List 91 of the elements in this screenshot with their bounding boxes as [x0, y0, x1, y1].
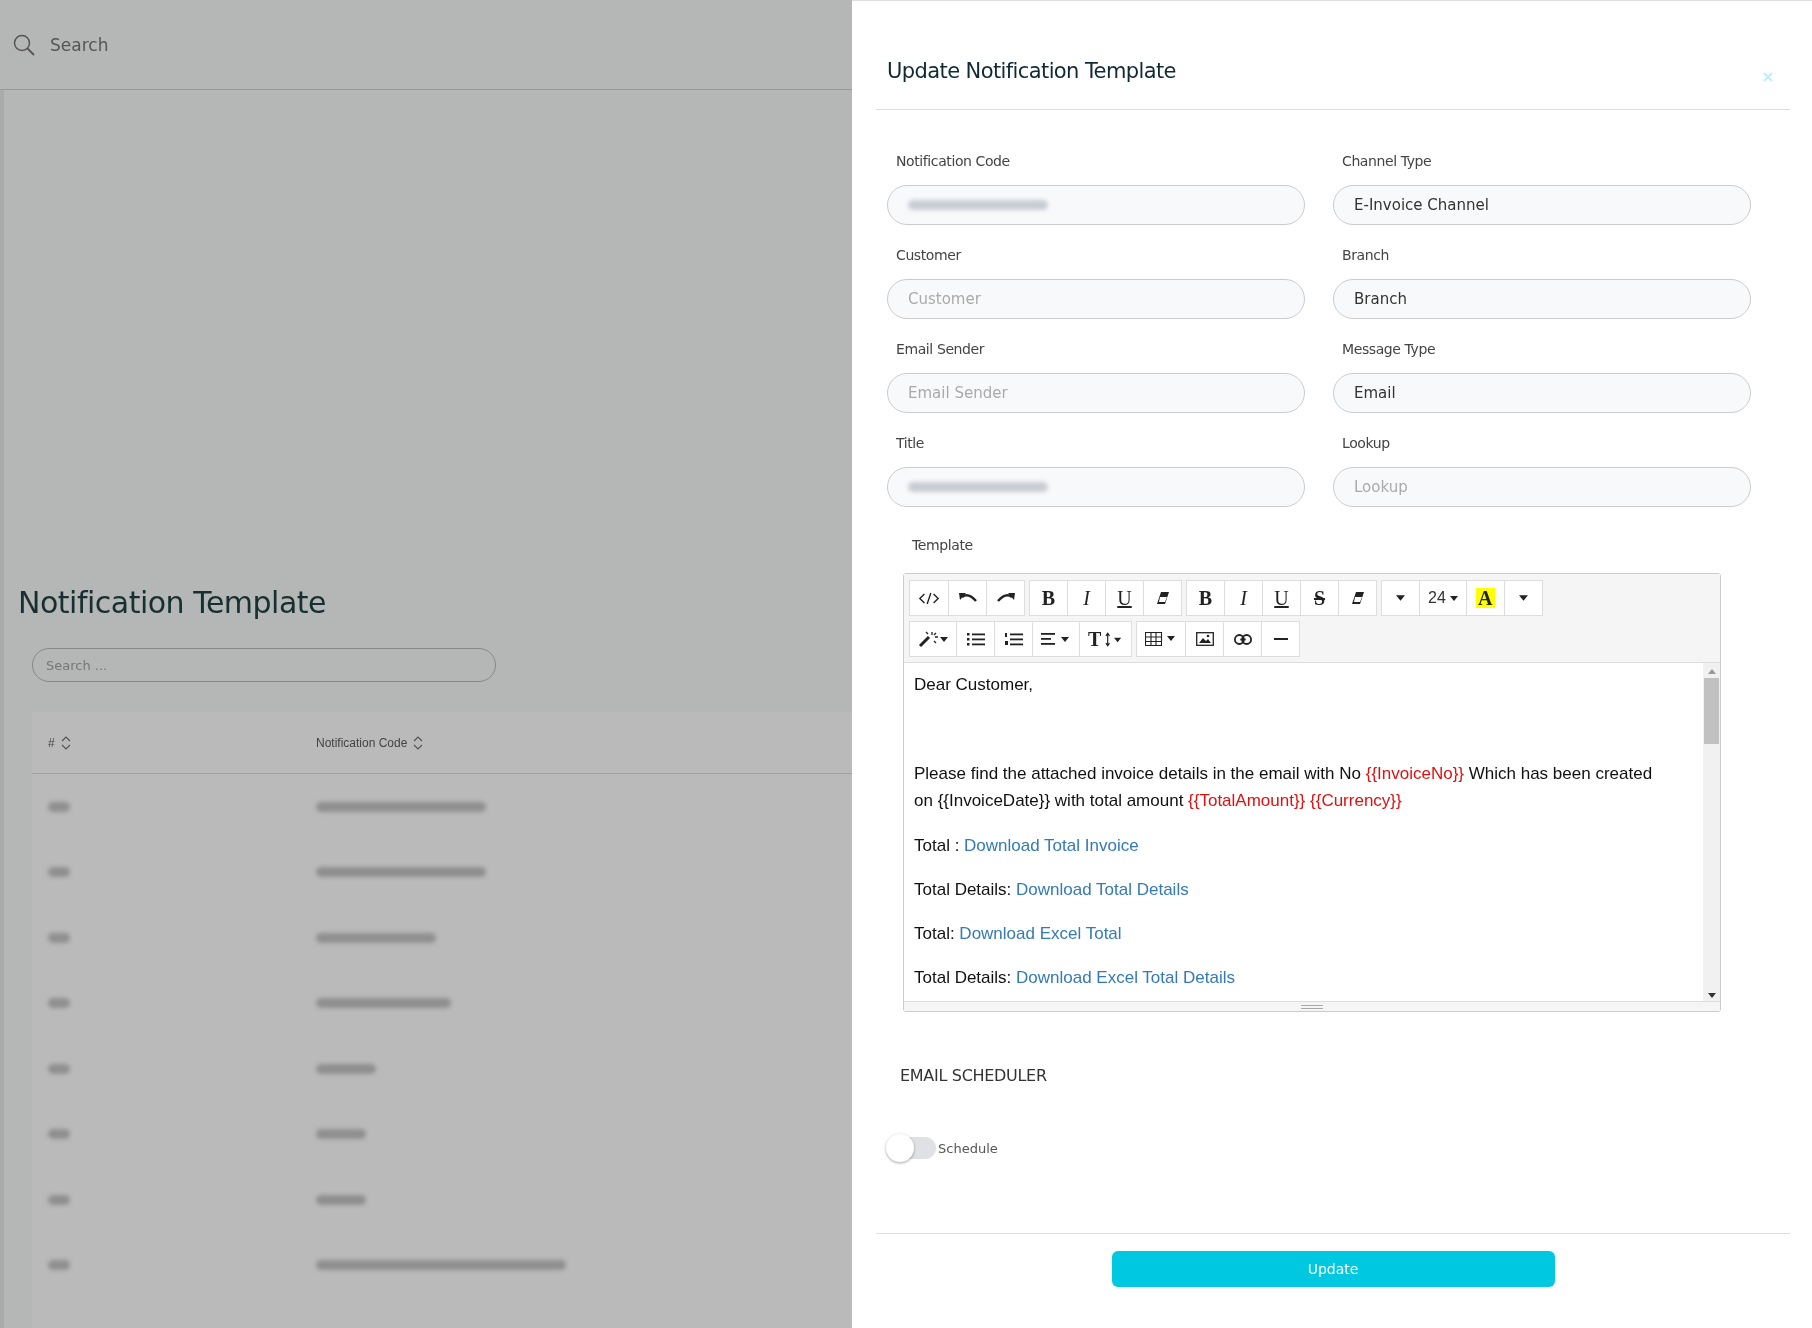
- link[interactable]: Download Total Details: [1016, 879, 1189, 899]
- field-label: Title: [895, 435, 925, 451]
- field-label: Message Type: [1341, 341, 1437, 357]
- eraser-button[interactable]: [1338, 580, 1377, 616]
- table-button[interactable]: [1136, 621, 1187, 657]
- dialog-title: Update Notification Template: [887, 59, 1176, 83]
- bold-button[interactable]: B: [1029, 580, 1068, 616]
- input-field[interactable]: [887, 185, 1305, 225]
- code-button[interactable]: [909, 580, 949, 616]
- link[interactable]: Download Excel Total: [959, 923, 1122, 943]
- link[interactable]: Download Excel Total Details: [1016, 968, 1235, 988]
- ul-button[interactable]: [956, 621, 995, 657]
- caret-icon[interactable]: [1707, 993, 1716, 998]
- search-icon[interactable]: [12, 32, 36, 57]
- blurred-text: [48, 801, 70, 812]
- blurred-text: [48, 1063, 70, 1074]
- paragraph: Total : Download Total Invoice: [914, 834, 1140, 857]
- blurred-text: [316, 1063, 376, 1074]
- blurred-text: [316, 1129, 366, 1140]
- toggle-label: Schedule: [938, 1140, 998, 1156]
- underline-button[interactable]: U: [1105, 580, 1144, 616]
- image-icon: [1195, 632, 1214, 646]
- field-label: Channel Type: [1341, 153, 1433, 169]
- paragraph: Total Details: Download Total Details: [914, 878, 1190, 901]
- paragraph: Please find the attached invoice details in the email with No {{InvoiceNo}} Which has been created on {{InvoiceDate}} with total amount {{TotalAmount}} {{Currency}}: [914, 763, 1653, 813]
- search-label[interactable]: Search: [50, 34, 109, 55]
- caret-icon: [1518, 595, 1528, 601]
- eraser-button[interactable]: [1143, 580, 1182, 616]
- eraser-icon: [1350, 591, 1365, 605]
- toggle-switch[interactable]: [888, 1137, 936, 1159]
- field-label: Lookup: [1341, 435, 1391, 451]
- input-field[interactable]: Email Sender: [887, 373, 1305, 413]
- magic-wand-icon: [918, 630, 948, 648]
- link-icon: [1233, 633, 1252, 645]
- blurred-text: [48, 1260, 70, 1271]
- input-field[interactable]: Email: [1333, 373, 1751, 413]
- field-label: Branch: [1341, 247, 1390, 263]
- page-title: Notification Template: [18, 585, 328, 620]
- magic-button[interactable]: [909, 621, 957, 657]
- blurred-text: [48, 1129, 70, 1140]
- table-icon: [1145, 632, 1178, 646]
- align-button[interactable]: [1032, 621, 1080, 657]
- resize-handle[interactable]: [904, 1001, 1720, 1011]
- paragraph: Total Details: Download Excel Total Details: [914, 967, 1236, 990]
- blurred-text: [48, 867, 70, 878]
- ol-button[interactable]: [994, 621, 1033, 657]
- column-header[interactable]: #: [48, 735, 55, 750]
- align-left-icon: [1041, 633, 1071, 645]
- field-label: Notification Code: [895, 153, 1011, 169]
- italic-button[interactable]: I: [1067, 580, 1106, 616]
- link-button[interactable]: [1223, 621, 1263, 657]
- paragraph: Total: Download Excel Total: [914, 922, 1123, 945]
- sort-icon[interactable]: [413, 734, 424, 751]
- strike-button[interactable]: S: [1300, 580, 1339, 616]
- redo-button[interactable]: [986, 580, 1025, 616]
- numbered-list-icon: [1004, 632, 1023, 646]
- italic-button[interactable]: I: [1224, 580, 1263, 616]
- bullet-list-icon: [966, 632, 985, 646]
- image-button[interactable]: [1185, 621, 1225, 657]
- caret-icon: [1396, 595, 1405, 601]
- link[interactable]: Download Total Invoice: [964, 835, 1139, 855]
- height-button[interactable]: T: [1079, 621, 1133, 657]
- size-button[interactable]: 24: [1419, 580, 1467, 616]
- field-label: Template: [911, 537, 974, 553]
- blurred-text: [48, 1194, 70, 1205]
- input-field[interactable]: Customer: [887, 279, 1305, 319]
- horizontal-rule-icon: [1273, 638, 1288, 640]
- blurred-text: [48, 998, 70, 1009]
- blurred-text: [48, 932, 70, 943]
- field-label: Email Sender: [895, 341, 986, 357]
- code-icon: [918, 591, 940, 605]
- caret-icon: [1449, 595, 1458, 601]
- section-heading: EMAIL SCHEDULER: [900, 1066, 1047, 1085]
- column-header[interactable]: Notification Code: [316, 735, 408, 750]
- input-field[interactable]: Branch: [1333, 279, 1751, 319]
- undo-button[interactable]: [948, 580, 987, 616]
- scrollbar[interactable]: [1703, 663, 1720, 1001]
- input-field[interactable]: [887, 467, 1305, 507]
- input-field[interactable]: Lookup: [1333, 467, 1751, 507]
- sort-icon[interactable]: [60, 734, 71, 751]
- bold-button[interactable]: B: [1186, 580, 1225, 616]
- underline-button[interactable]: U: [1262, 580, 1301, 616]
- search-field[interactable]: Search ...: [32, 648, 496, 682]
- eraser-icon: [1155, 591, 1170, 605]
- color-button[interactable]: A: [1465, 580, 1505, 616]
- paragraph: Dear Customer,: [914, 674, 1035, 696]
- scrollbar-thumb[interactable]: [1704, 678, 1719, 744]
- field-label: Customer: [895, 247, 963, 263]
- input-field[interactable]: E-Invoice Channel: [1333, 185, 1751, 225]
- line-height-icon: [1105, 631, 1124, 647]
- blurred-text: [316, 1194, 366, 1205]
